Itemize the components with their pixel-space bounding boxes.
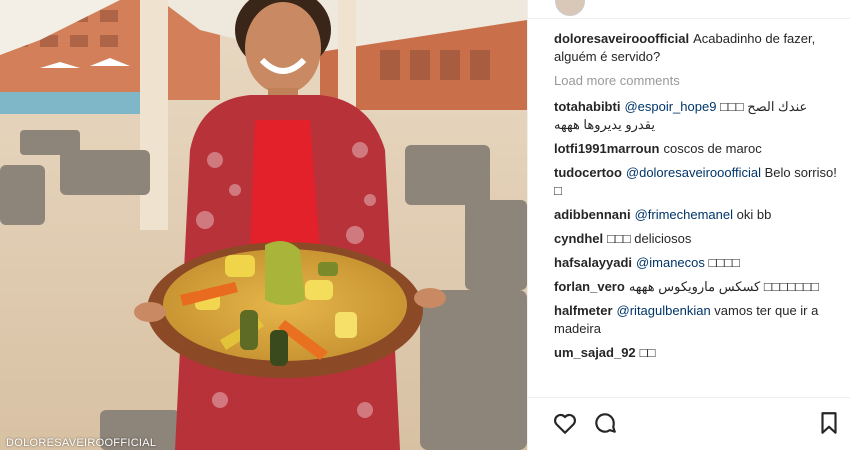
comment-username[interactable]: adibbennani	[554, 207, 631, 222]
comment-username[interactable]: lotfi1991marroun	[554, 141, 659, 156]
caption-username[interactable]: doloresaveirooofficial	[554, 31, 689, 46]
list-item: adibbennani @frimechemanel oki bb	[554, 206, 840, 224]
list-item: lotfi1991marroun coscos de maroc	[554, 140, 840, 158]
list-item: cyndhel □□□ deliciosos	[554, 230, 840, 248]
heart-icon[interactable]	[552, 410, 578, 436]
comment-mention[interactable]: @imanecos	[636, 255, 705, 270]
comments-panel: doloresaveirooofficial Acabadinho de faze…	[527, 0, 850, 450]
bookmark-icon[interactable]	[816, 410, 842, 436]
post-photo: DOLORESAVEIROOFFICIAL	[0, 0, 527, 450]
comment-text-line2: يقدرو يديروها هههه	[554, 117, 655, 132]
comment-text: oki bb	[733, 207, 772, 222]
list-item: tudocertoo @doloresaveirooofficial Belo s…	[554, 164, 840, 200]
comment-mention[interactable]: @ritagulbenkian	[617, 303, 711, 318]
comment-username[interactable]: cyndhel	[554, 231, 603, 246]
comment-text: □□	[639, 345, 656, 360]
load-more-comments-link[interactable]: Load more comments	[554, 72, 840, 90]
action-bar	[528, 397, 850, 450]
comment-username[interactable]: tudocertoo	[554, 165, 622, 180]
photo-illustration	[0, 0, 527, 450]
comment-mention[interactable]: @doloresaveirooofficial	[626, 165, 761, 180]
comment-text: coscos de maroc	[663, 141, 762, 156]
comment-mention[interactable]: @espoir_hope9	[624, 99, 716, 114]
comment-text: □□□ عندك الصح	[716, 99, 808, 114]
photo-watermark: DOLORESAVEIROOFFICIAL	[6, 437, 157, 449]
comment-text: كسكس مارويكوس هههه □□□□□□□	[628, 279, 819, 294]
comment-username[interactable]: um_sajad_92	[554, 345, 636, 360]
comment-text: □□□□	[704, 255, 740, 270]
list-item: um_sajad_92 □□	[554, 344, 840, 362]
list-item: hafsalayyadi @imanecos □□□□	[554, 254, 840, 272]
comment-text: □□□ deliciosos	[607, 231, 692, 246]
comment-username[interactable]: forlan_vero	[554, 279, 625, 294]
divider	[528, 18, 850, 19]
comment-mention[interactable]: @frimechemanel	[635, 207, 733, 222]
comment-username[interactable]: hafsalayyadi	[554, 255, 632, 270]
comment-list: doloresaveirooofficial Acabadinho de faze…	[554, 30, 840, 398]
list-item: forlan_vero كسكس مارويكوس هههه □□□□□□□	[554, 278, 840, 296]
comment-username[interactable]: totahabibti	[554, 99, 620, 114]
list-item: halfmeter @ritagulbenkian vamos ter que i…	[554, 302, 840, 338]
caption: doloresaveirooofficial Acabadinho de faze…	[554, 30, 840, 66]
comment-icon[interactable]	[592, 410, 618, 436]
comment-username[interactable]: halfmeter	[554, 303, 613, 318]
avatar[interactable]	[555, 0, 585, 16]
list-item: totahabibti @espoir_hope9 □□□ عندك الصح ي…	[554, 98, 840, 134]
